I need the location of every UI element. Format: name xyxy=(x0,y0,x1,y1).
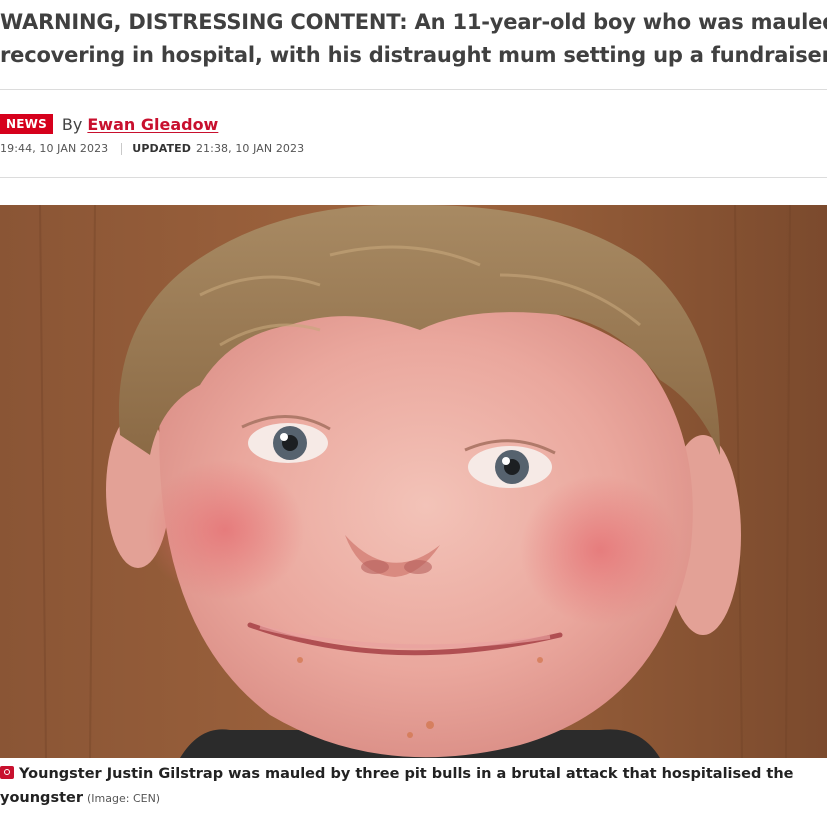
published-time: 19:44, 10 JAN 2023 xyxy=(0,142,109,155)
author-link[interactable]: Ewan Gleadow xyxy=(87,115,218,134)
camera-icon xyxy=(0,766,14,779)
by-label: By xyxy=(61,114,83,134)
updated-time: 21:38, 10 JAN 2023 xyxy=(195,142,305,155)
divider-bottom xyxy=(0,177,827,178)
photo-caption: Youngster Justin Gilstrap was mauled by … xyxy=(0,762,800,811)
byline: NEWS By Ewan Gleadow xyxy=(0,112,218,136)
updated-label: UPDATED xyxy=(132,142,191,155)
divider-top xyxy=(0,89,827,90)
image-credit: (Image: CEN) xyxy=(87,792,161,805)
timestamps: 19:44, 10 JAN 2023 UPDATED 21:38, 10 JAN… xyxy=(0,142,304,155)
article-standfirst: WARNING, DISTRESSING CONTENT: An 11-year… xyxy=(0,6,827,72)
article-page: WARNING, DISTRESSING CONTENT: An 11-year… xyxy=(0,0,827,813)
standfirst-line-2: recovering in hospital, with his distrau… xyxy=(0,43,827,67)
boy-portrait-image xyxy=(0,205,827,758)
timestamp-divider xyxy=(121,142,123,155)
category-badge[interactable]: NEWS xyxy=(0,114,53,134)
article-photo[interactable] xyxy=(0,205,827,758)
standfirst-line-1: WARNING, DISTRESSING CONTENT: An 11-year… xyxy=(0,10,827,34)
